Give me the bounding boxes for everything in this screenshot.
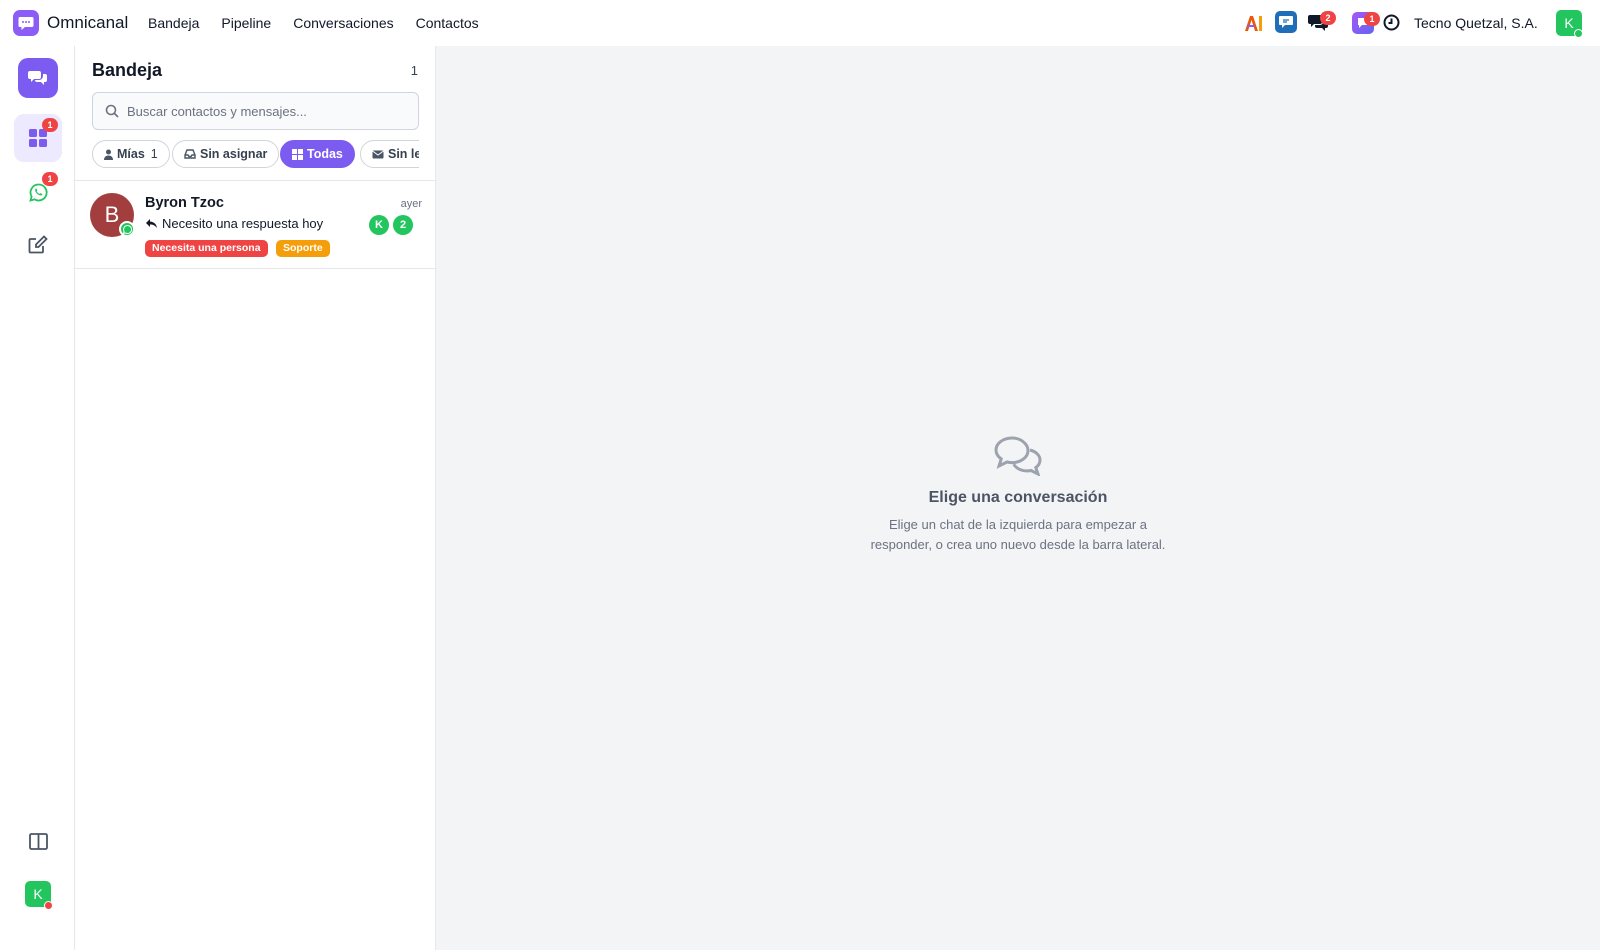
filter-sin-leer-label: Sin le bbox=[388, 147, 419, 161]
filter-sin-asignar-label: Sin asignar bbox=[200, 147, 268, 161]
inbox-title: Bandeja bbox=[92, 60, 163, 80]
conversations-badge: 2 bbox=[1320, 11, 1336, 25]
empty-state: Elige una conversación Elige un chat de … bbox=[436, 436, 1600, 555]
empty-state-line-2: responder, o crea uno nuevo desde la bar… bbox=[870, 537, 1166, 552]
empty-state-description: Elige un chat de la izquierda para empez… bbox=[436, 515, 1600, 555]
whatsapp-icon bbox=[28, 183, 47, 202]
company-name[interactable]: Tecno Quetzal, S.A. bbox=[1414, 15, 1538, 31]
compose-icon bbox=[28, 234, 48, 253]
last-message-text: Necesito una respuesta hoy bbox=[162, 216, 324, 231]
last-message: Necesito una respuesta hoy bbox=[145, 216, 323, 231]
filter-todas-label: Todas bbox=[307, 147, 343, 161]
rail-inbox-button[interactable]: 1 bbox=[14, 114, 62, 162]
rail-whatsapp-button[interactable]: 1 bbox=[14, 168, 62, 216]
channel-inbox-badge: 1 bbox=[1364, 12, 1380, 26]
filter-sin-asignar[interactable]: Sin asignar bbox=[172, 140, 280, 168]
clock-icon[interactable] bbox=[1383, 14, 1400, 36]
inbox-panel: Bandeja 1 Mías 1 Sin asignar Todas Sin l… bbox=[75, 46, 436, 950]
filter-chips: Mías 1 Sin asignar Todas Sin le bbox=[92, 140, 419, 170]
rail-whatsapp-badge: 1 bbox=[42, 172, 58, 186]
tag-soporte[interactable]: Soporte bbox=[276, 240, 330, 257]
nav-conversaciones[interactable]: Conversaciones bbox=[293, 15, 393, 31]
rail-inbox-badge: 1 bbox=[42, 118, 58, 132]
search-icon bbox=[105, 104, 119, 118]
chat-bubbles-icon bbox=[28, 70, 47, 85]
assigned-agent-avatar: K bbox=[369, 215, 389, 235]
conversation-view: Elige una conversación Elige un chat de … bbox=[436, 46, 1600, 950]
columns-layout-icon bbox=[28, 832, 48, 850]
inbox-count: 1 bbox=[410, 63, 418, 78]
filter-todas[interactable]: Todas bbox=[280, 140, 355, 168]
tag-necesita-persona[interactable]: Necesita una persona bbox=[145, 240, 268, 257]
empty-state-line-1: Elige un chat de la izquierda para empez… bbox=[889, 517, 1147, 532]
unread-count-badge: 2 bbox=[393, 215, 413, 235]
app-name: Omnicanal bbox=[47, 13, 129, 32]
filter-mias[interactable]: Mías 1 bbox=[92, 140, 170, 168]
away-status-dot bbox=[44, 901, 53, 910]
conversation-time: ayer bbox=[400, 198, 422, 210]
rail-layout-toggle-button[interactable] bbox=[14, 817, 62, 865]
whatsapp-channel-icon bbox=[119, 221, 135, 237]
chat-bubbles-icon bbox=[994, 436, 1042, 477]
chat-widget-icon[interactable] bbox=[1275, 11, 1297, 38]
top-bar: Omnicanal Bandeja Pipeline Conversacione… bbox=[0, 0, 1600, 46]
filter-sin-leer[interactable]: Sin le bbox=[360, 140, 419, 168]
conversation-item[interactable]: B Byron Tzoc ayer Necesito una respuesta… bbox=[75, 181, 436, 269]
inbox-tray-icon bbox=[184, 149, 196, 159]
empty-state-title: Elige una conversación bbox=[928, 489, 1108, 506]
filter-mias-label: Mías bbox=[117, 147, 145, 161]
envelope-icon bbox=[372, 150, 384, 158]
ai-icon[interactable] bbox=[1244, 14, 1264, 37]
online-status-dot bbox=[1574, 29, 1583, 38]
search-input[interactable] bbox=[127, 93, 412, 129]
nav-pipeline[interactable]: Pipeline bbox=[221, 15, 271, 31]
rail-chat-button[interactable] bbox=[18, 58, 58, 98]
grid-small-icon bbox=[292, 148, 303, 160]
nav-bandeja[interactable]: Bandeja bbox=[148, 15, 199, 31]
contact-name: Byron Tzoc bbox=[145, 195, 224, 211]
search-box bbox=[92, 92, 419, 130]
main-nav: Bandeja Pipeline Conversaciones Contacto… bbox=[148, 15, 501, 31]
rail-compose-button[interactable] bbox=[14, 220, 62, 268]
app-logo-icon[interactable] bbox=[13, 10, 39, 36]
user-icon bbox=[104, 149, 113, 160]
left-rail: 1 1 K bbox=[0, 46, 75, 950]
reply-icon bbox=[146, 219, 157, 228]
filter-mias-count: 1 bbox=[150, 147, 158, 161]
nav-contactos[interactable]: Contactos bbox=[416, 15, 479, 31]
